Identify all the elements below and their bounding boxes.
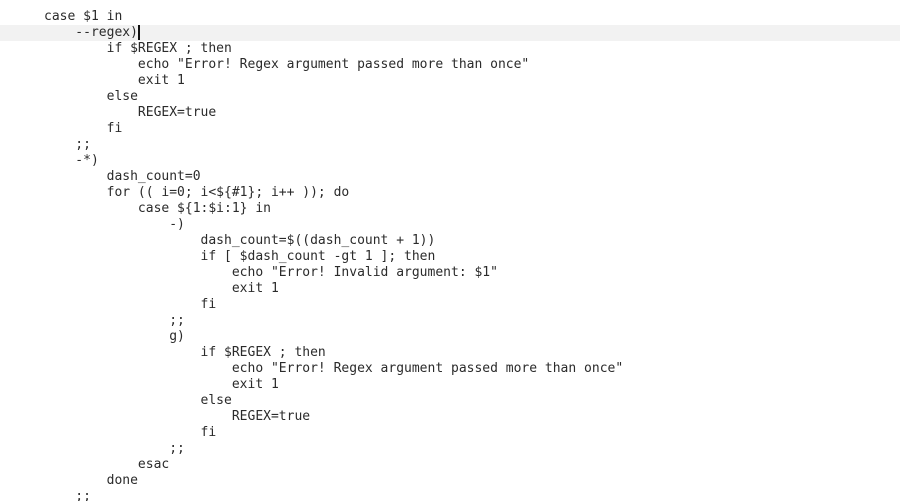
code-line-text: exit 1 [44,73,185,88]
code-line: done [0,473,900,489]
code-line: dash_count=$((dash_count + 1)) [0,233,900,249]
code-line: echo "Error! Regex argument passed more … [0,57,900,73]
code-line-text: REGEX=true [44,409,311,424]
code-line: REGEX=true [0,409,900,425]
code-line: ;; [0,489,900,501]
code-line-text: exit 1 [44,377,279,392]
code-line: if $REGEX ; then [0,41,900,57]
code-line: -) [0,217,900,233]
code-line-text: ;; [44,313,185,328]
code-line-text: done [44,473,138,488]
code-line-text: esac [44,457,170,472]
code-line: dash_count=0 [0,169,900,185]
code-line-text: if $REGEX ; then [44,41,232,56]
code-line-text: --regex) [44,25,138,40]
code-line: -*) [0,153,900,169]
code-line-text: echo "Error! Regex argument passed more … [44,361,624,376]
code-line-text: else [44,89,138,104]
code-line-text: exit 1 [44,281,279,296]
code-line: fi [0,297,900,313]
code-line-text: case ${1:$i:1} in [44,201,271,216]
code-line: else [0,393,900,409]
text-cursor [137,25,140,40]
code-line: echo "Error! Regex argument passed more … [0,361,900,377]
code-line-text: dash_count=$((dash_count + 1)) [44,233,436,248]
code-line: if $REGEX ; then [0,345,900,361]
code-line: ;; [0,137,900,153]
code-line-current: --regex) [0,25,900,41]
code-line: else [0,89,900,105]
code-line: fi [0,121,900,137]
code-editor[interactable]: case $1 in --regex) if $REGEX ; then ech… [0,0,900,501]
code-line-text: ;; [44,489,91,501]
code-line: fi [0,425,900,441]
code-line-text: echo "Error! Invalid argument: $1" [44,265,498,280]
code-line: echo "Error! Invalid argument: $1" [0,265,900,281]
code-line-text: echo "Error! Regex argument passed more … [44,57,530,72]
code-line-text: for (( i=0; i<${#1}; i++ )); do [44,185,350,200]
code-line-text: -*) [44,153,99,168]
code-line: for (( i=0; i<${#1}; i++ )); do [0,185,900,201]
code-line: exit 1 [0,281,900,297]
code-line: ;; [0,441,900,457]
code-line-text: case $1 in [44,9,123,24]
code-line-text: if [ $dash_count -gt 1 ]; then [44,249,436,264]
code-line: exit 1 [0,377,900,393]
code-line-text: else [44,393,232,408]
code-line: esac [0,457,900,473]
code-line: exit 1 [0,73,900,89]
code-line: ;; [0,313,900,329]
code-line: if [ $dash_count -gt 1 ]; then [0,249,900,265]
code-line: case $1 in [0,9,900,25]
code-line: REGEX=true [0,105,900,121]
code-line-text: ;; [44,137,91,152]
code-line-text: g) [44,329,185,344]
code-line-text-wrapper: --regex) [44,25,140,41]
code-line-text: fi [44,425,217,440]
code-line-text: REGEX=true [44,105,217,120]
code-line-text: dash_count=0 [44,169,201,184]
code-line: g) [0,329,900,345]
code-line-text: if $REGEX ; then [44,345,326,360]
code-line-text: fi [44,121,123,136]
code-line-text: ;; [44,441,185,456]
code-line-text: -) [44,217,185,232]
code-line-text: fi [44,297,217,312]
code-line: case ${1:$i:1} in [0,201,900,217]
